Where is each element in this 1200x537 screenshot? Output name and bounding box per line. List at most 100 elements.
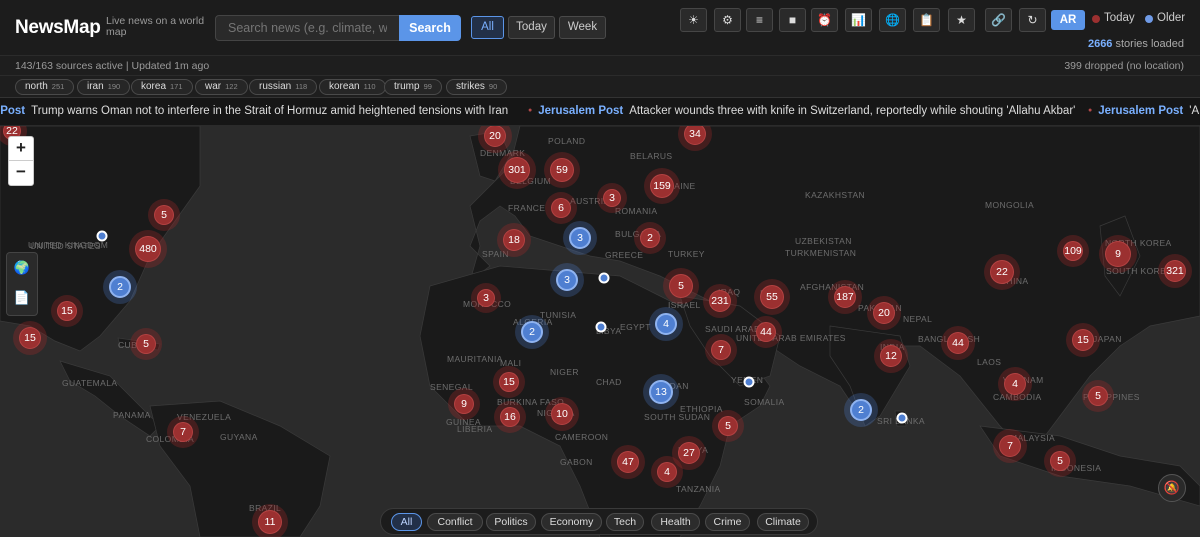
tag-war[interactable]: war 122 <box>195 79 248 95</box>
globe-icon[interactable]: 🌍 <box>7 253 37 283</box>
tag-north[interactable]: north 251 <box>15 79 75 95</box>
refresh-icon[interactable]: ↻ <box>1019 8 1046 32</box>
category-tech[interactable]: Tech <box>606 513 644 531</box>
time-filter-all[interactable]: All <box>471 16 504 39</box>
today-cluster[interactable]: 22 <box>984 254 1020 290</box>
story-pin[interactable] <box>896 412 908 424</box>
category-conflict[interactable]: Conflict <box>427 513 483 531</box>
older-cluster[interactable]: 4 <box>649 307 683 341</box>
today-cluster[interactable]: 7 <box>167 416 199 448</box>
country-label: UZBEKISTAN <box>795 236 852 246</box>
ticker-source: Jerusalem Post <box>1098 105 1184 117</box>
today-cluster[interactable]: 10 <box>545 397 579 431</box>
today-cluster[interactable]: 4 <box>998 367 1032 401</box>
today-cluster[interactable]: 231 <box>703 284 737 318</box>
older-cluster[interactable]: 2 <box>844 393 878 427</box>
today-cluster[interactable]: 3 <box>597 183 627 213</box>
today-cluster[interactable]: 15 <box>13 321 47 355</box>
search-input[interactable] <box>215 15 400 41</box>
today-cluster[interactable]: 7 <box>993 429 1027 463</box>
today-cluster[interactable]: 12 <box>874 339 908 373</box>
today-cluster[interactable]: 5 <box>148 199 180 231</box>
today-cluster[interactable]: 187 <box>828 280 862 314</box>
story-pin[interactable] <box>743 376 755 388</box>
today-cluster[interactable]: 9 <box>1099 235 1137 273</box>
star-icon[interactable]: ★ <box>948 8 975 32</box>
today-cluster[interactable]: 5 <box>130 328 162 360</box>
today-cluster[interactable]: 321 <box>1158 254 1192 288</box>
language-button[interactable]: AR <box>1051 10 1085 30</box>
today-cluster[interactable]: 47 <box>611 445 645 479</box>
category-crime[interactable]: Crime <box>705 513 750 531</box>
category-all[interactable]: All <box>391 513 422 531</box>
category-economy[interactable]: Economy <box>541 513 602 531</box>
globe-icon[interactable]: 🌐 <box>879 8 906 32</box>
today-cluster[interactable]: 16 <box>494 401 526 433</box>
today-cluster[interactable]: 159 <box>644 168 680 204</box>
today-cluster[interactable]: 3 <box>471 283 501 313</box>
today-cluster[interactable]: 5 <box>712 410 744 442</box>
today-cluster[interactable]: 59 <box>544 152 580 188</box>
country-label: GREECE <box>605 250 644 260</box>
brand-logo[interactable]: NewsMap <box>15 17 101 39</box>
older-cluster[interactable]: 2 <box>515 315 549 349</box>
chart-icon[interactable]: 📊 <box>845 8 872 32</box>
today-cluster[interactable]: 9 <box>448 388 480 420</box>
today-cluster[interactable]: 2 <box>634 222 666 254</box>
settings-icon[interactable]: ⚙ <box>714 8 741 32</box>
theme-toggle-icon[interactable]: ☀ <box>680 8 707 32</box>
list-icon[interactable]: ≡ <box>746 8 773 32</box>
today-cluster[interactable]: 15 <box>493 366 525 398</box>
zoom-out-button[interactable]: − <box>9 161 33 185</box>
older-cluster[interactable]: 3 <box>563 221 597 255</box>
world-map[interactable]: UNITED KINGDOM DENMARK POLAND BELARUS BELGIU… <box>0 126 1200 537</box>
link-icon[interactable]: 🔗 <box>985 8 1012 32</box>
today-cluster[interactable]: 44 <box>750 316 782 348</box>
ticker-item[interactable]: ● Jerusalem Post 'A nat <box>1088 105 1200 117</box>
search-button[interactable]: Search <box>399 15 461 41</box>
today-cluster[interactable]: 4 <box>651 456 683 488</box>
clipboard-icon[interactable]: 📋 <box>913 8 940 32</box>
today-cluster[interactable]: 6 <box>545 192 577 224</box>
today-cluster[interactable]: 480 <box>129 230 167 268</box>
today-cluster[interactable]: 5 <box>663 268 699 304</box>
today-cluster[interactable]: 20 <box>867 296 901 330</box>
today-cluster[interactable]: 18 <box>497 223 531 257</box>
mute-alerts-icon[interactable]: 🔕 <box>1158 474 1186 502</box>
today-cluster[interactable]: 11 <box>252 504 288 537</box>
story-pin[interactable] <box>598 272 610 284</box>
story-pin[interactable] <box>595 321 607 333</box>
tag-trump[interactable]: trump 99 <box>384 79 442 95</box>
today-cluster[interactable]: 7 <box>705 334 737 366</box>
today-cluster[interactable]: 5 <box>1044 445 1076 477</box>
tag-russian[interactable]: russian 118 <box>249 79 318 95</box>
cluster-count: 2 <box>640 228 660 248</box>
tag-korean[interactable]: korean 110 <box>319 79 386 95</box>
ticker-item[interactable]: ● Jerusalem Post Attacker wounds three wit… <box>528 105 1075 117</box>
today-cluster[interactable]: 15 <box>51 295 83 327</box>
cluster-count: 2 <box>109 276 131 298</box>
zoom-in-button[interactable]: + <box>9 137 33 161</box>
category-health[interactable]: Health <box>651 513 700 531</box>
older-cluster[interactable]: 3 <box>550 263 584 297</box>
tag-iran[interactable]: iran 190 <box>77 79 131 95</box>
story-pin[interactable] <box>96 230 108 242</box>
category-climate[interactable]: Climate <box>757 513 809 531</box>
time-filter-week[interactable]: Week <box>559 16 606 39</box>
today-cluster[interactable]: 44 <box>941 326 975 360</box>
today-cluster[interactable]: 5 <box>1082 380 1114 412</box>
tag-korea[interactable]: korea 171 <box>131 79 193 95</box>
ticker-item[interactable]: n Post Trump warns Oman not to interfere … <box>0 105 508 117</box>
today-cluster[interactable]: 55 <box>754 279 790 315</box>
tag-strikes[interactable]: strikes 90 <box>446 79 508 95</box>
stop-icon[interactable]: ■ <box>779 8 806 32</box>
older-cluster[interactable]: 13 <box>643 374 679 410</box>
today-cluster[interactable]: 109 <box>1057 235 1089 267</box>
time-filter-today[interactable]: Today <box>508 16 555 39</box>
document-icon[interactable]: 📄 <box>7 283 37 313</box>
older-cluster[interactable]: 2 <box>103 270 137 304</box>
today-cluster[interactable]: 15 <box>1066 323 1100 357</box>
category-politics[interactable]: Politics <box>486 513 536 531</box>
today-cluster[interactable]: 301 <box>498 151 536 189</box>
alarm-icon[interactable]: ⏰ <box>811 8 838 32</box>
